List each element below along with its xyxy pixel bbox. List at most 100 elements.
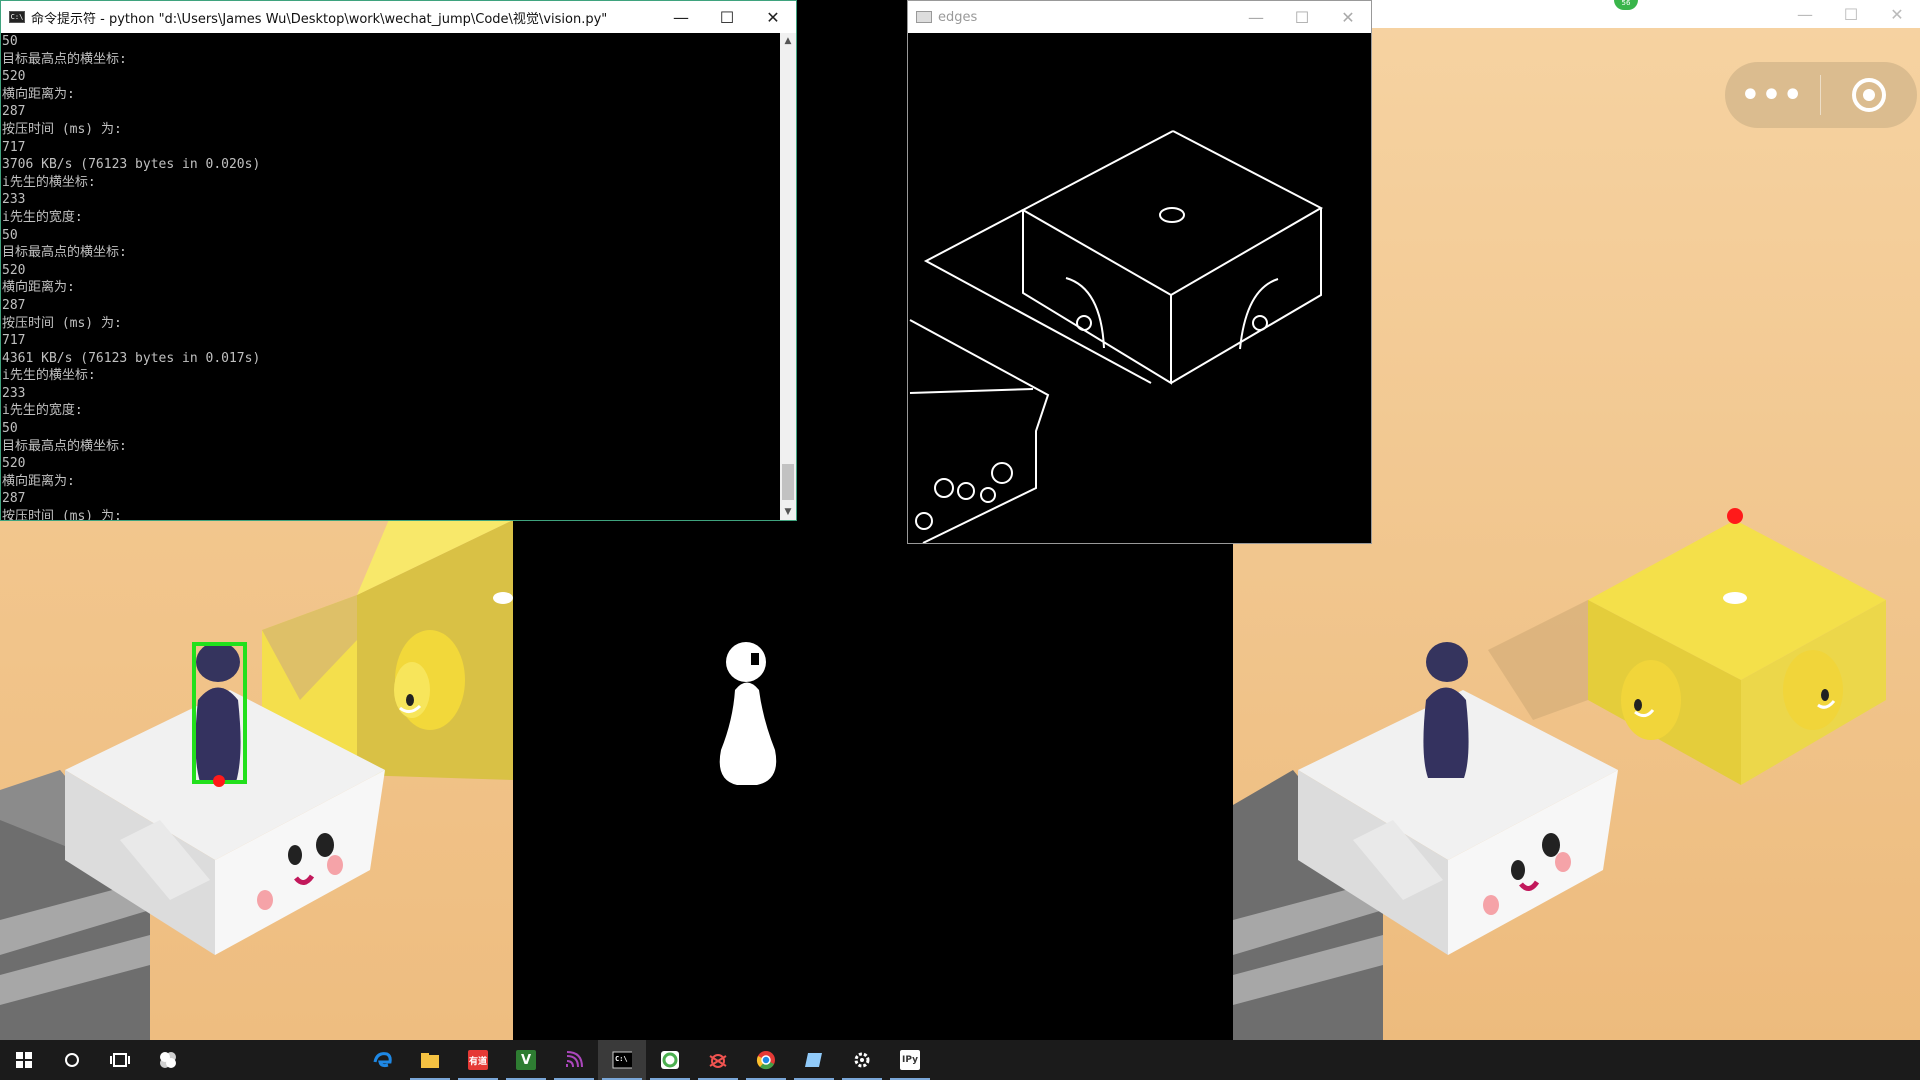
- cmd-app[interactable]: C:\: [598, 1040, 646, 1080]
- console-line: i先生的宽度:: [2, 403, 83, 419]
- search-button[interactable]: [48, 1040, 96, 1080]
- terminal-icon: C:\: [612, 1050, 632, 1070]
- close-button[interactable]: ✕: [1874, 0, 1920, 28]
- console-line: i先生的宽度:: [2, 209, 83, 225]
- start-button[interactable]: [0, 1040, 48, 1080]
- vim-icon: V: [516, 1050, 536, 1070]
- ipython-icon: IPy: [900, 1050, 920, 1070]
- edge-icon: [372, 1050, 392, 1070]
- scroll-thumb[interactable]: [782, 464, 794, 500]
- console-line: 287: [2, 491, 26, 507]
- console-line: 横向距离为:: [2, 280, 75, 296]
- close-button[interactable]: ✕: [1325, 1, 1371, 33]
- console-line: 3706 KB/s (76123 bytes in 0.020s): [2, 157, 261, 173]
- mask-body: [719, 682, 777, 785]
- folder-icon: [420, 1050, 440, 1070]
- console-line: 目标最高点的横坐标:: [2, 245, 127, 261]
- maximize-button[interactable]: ☐: [1279, 1, 1325, 33]
- console-line: 按压时间 (ms) 为:: [2, 121, 122, 137]
- circle-app[interactable]: [646, 1040, 694, 1080]
- console-line: 50: [2, 34, 18, 49]
- console-line: 233: [2, 385, 26, 401]
- player-mask-view: [513, 520, 1233, 1040]
- player-head: [196, 642, 240, 682]
- mask-head: [726, 642, 766, 682]
- console-line: 717: [2, 333, 26, 349]
- edge-app[interactable]: [358, 1040, 406, 1080]
- console-line: 520: [2, 456, 26, 472]
- paper-icon: [804, 1050, 824, 1070]
- more-options-button[interactable]: •••: [1725, 78, 1820, 113]
- console-line: 目标最高点的横坐标:: [2, 51, 127, 67]
- taskbar: 有道 V C:\ IPy: [0, 1040, 1920, 1080]
- svg-text:C:\: C:\: [615, 1055, 628, 1063]
- console-scrollbar[interactable]: ▲ ▼: [780, 33, 796, 520]
- chrome-app[interactable]: [742, 1040, 790, 1080]
- chrome-icon: [756, 1050, 776, 1070]
- edge-box-top: [1020, 130, 1324, 297]
- console-line: 按压时间 (ms) 为:: [2, 315, 122, 331]
- editor-app[interactable]: [790, 1040, 838, 1080]
- edges-title: edges: [938, 9, 978, 25]
- search-circle-icon: [62, 1050, 82, 1070]
- background-window-titlebar: — ☐ ✕: [1372, 0, 1920, 28]
- miniprogram-capsule: •••: [1725, 62, 1917, 128]
- detection-point: [213, 775, 225, 787]
- desktop: — ☐ ✕ 56 ••• C:\ 命令提示符 - python "d:\User…: [0, 0, 1920, 1080]
- scroll-down-icon[interactable]: ▼: [780, 504, 796, 520]
- console-line: 520: [2, 262, 26, 278]
- console-line: 横向距离为:: [2, 473, 75, 489]
- console-title: 命令提示符 - python "d:\Users\James Wu\Deskto…: [31, 11, 608, 27]
- console-line: 287: [2, 297, 26, 313]
- rss-app[interactable]: [550, 1040, 598, 1080]
- console-titlebar[interactable]: C:\ 命令提示符 - python "d:\Users\James Wu\De…: [1, 1, 796, 33]
- scroll-up-icon[interactable]: ▲: [780, 33, 796, 49]
- gear-icon: [852, 1050, 872, 1070]
- console-line: 按压时间 (ms) 为:: [2, 509, 122, 520]
- console-line: 233: [2, 192, 26, 208]
- console-line: 4361 KB/s (76123 bytes in 0.017s): [2, 350, 261, 366]
- console-line: 50: [2, 227, 18, 243]
- vim-app[interactable]: V: [502, 1040, 550, 1080]
- mask-view-upper: [797, 0, 907, 520]
- task-view-icon: [110, 1050, 130, 1070]
- minimize-button[interactable]: —: [1233, 1, 1279, 33]
- bug-app[interactable]: [694, 1040, 742, 1080]
- youdao-app[interactable]: 有道: [454, 1040, 502, 1080]
- green-circle-icon: [660, 1050, 680, 1070]
- edges-image: [908, 33, 1371, 544]
- close-miniprogram-button[interactable]: [1821, 76, 1916, 114]
- console-line: i先生的横坐标:: [2, 174, 96, 190]
- minimize-button[interactable]: —: [1782, 0, 1828, 28]
- pinwheel-app[interactable]: [144, 1040, 192, 1080]
- close-button[interactable]: ✕: [750, 1, 796, 33]
- bug-icon: [708, 1050, 728, 1070]
- console-window: C:\ 命令提示符 - python "d:\Users\James Wu\De…: [0, 0, 797, 521]
- youdao-icon: 有道: [468, 1050, 488, 1070]
- pinwheel-icon: [158, 1050, 178, 1070]
- console-line: 横向距离为:: [2, 86, 75, 102]
- rss-icon: [564, 1050, 584, 1070]
- maximize-button[interactable]: ☐: [1828, 0, 1874, 28]
- console-line: 50: [2, 421, 18, 437]
- maximize-button[interactable]: ☐: [704, 1, 750, 33]
- explorer-app[interactable]: [406, 1040, 454, 1080]
- task-view-button[interactable]: [96, 1040, 144, 1080]
- target-point: [1727, 508, 1743, 524]
- minimize-button[interactable]: —: [658, 1, 704, 33]
- console-line: 目标最高点的横坐标:: [2, 438, 127, 454]
- edges-window: edges — ☐ ✕: [907, 0, 1372, 544]
- console-line: 287: [2, 104, 26, 120]
- settings-app[interactable]: [838, 1040, 886, 1080]
- console-line: i先生的横坐标:: [2, 368, 96, 384]
- console-line: 717: [2, 139, 26, 155]
- target-close-icon: [1851, 78, 1886, 112]
- window-icon: [916, 11, 932, 23]
- ipy-app[interactable]: IPy: [886, 1040, 934, 1080]
- player-body: [195, 687, 241, 782]
- console-output: 50 目标最高点的横坐标: 520 横向距离为: 287 按压时间 (ms) 为: 717 3…: [1, 33, 780, 520]
- console-line: 520: [2, 69, 26, 85]
- cmd-icon: C:\: [9, 11, 25, 23]
- windows-logo-icon: [14, 1050, 34, 1070]
- edges-titlebar[interactable]: edges — ☐ ✕: [908, 1, 1371, 33]
